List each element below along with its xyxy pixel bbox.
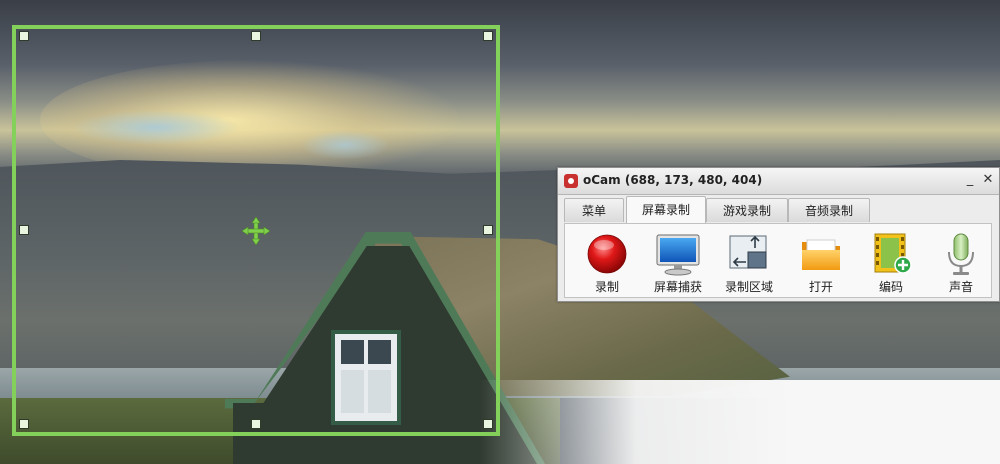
toolbar-panel: 录制 屏幕捕获 录制区域 打开 编码 声音: [564, 223, 992, 298]
open-label: 打开: [808, 280, 833, 294]
title-bar[interactable]: oCam (688, 173, 480, 404) _ ✕: [558, 168, 999, 195]
resize-handle-top-left[interactable]: [19, 31, 29, 41]
encoding-label: 编码: [878, 280, 903, 294]
region-icon: [729, 235, 767, 269]
record-region-button[interactable]: 录制区域: [715, 230, 783, 296]
record-label: 录制: [594, 280, 619, 294]
close-button[interactable]: ✕: [980, 172, 996, 188]
fog: [480, 380, 1000, 464]
sound-button[interactable]: 声音: [927, 230, 995, 296]
record-icon: [587, 234, 627, 274]
resize-handle-top-right[interactable]: [483, 31, 493, 41]
open-button[interactable]: 打开: [787, 230, 855, 296]
microphone-icon: [948, 233, 974, 275]
monitor-icon: [656, 234, 700, 276]
tab-game-recording[interactable]: 游戏录制: [706, 198, 788, 222]
window-title: oCam (688, 173, 480, 404): [583, 173, 763, 187]
resize-handle-bottom-left[interactable]: [19, 419, 29, 429]
film-add-icon: [874, 233, 912, 274]
tab-screen-recording[interactable]: 屏幕录制: [626, 196, 706, 223]
record-region-label: 录制区域: [724, 280, 773, 294]
resize-handle-bottom-right[interactable]: [483, 419, 493, 429]
move-crosshair-icon[interactable]: [242, 217, 270, 245]
screen-capture-button[interactable]: 屏幕捕获: [644, 230, 712, 296]
ocam-window[interactable]: oCam (688, 173, 480, 404) _ ✕ 菜单 屏幕录制 游戏…: [557, 167, 1000, 302]
tab-menu[interactable]: 菜单: [564, 198, 624, 222]
resize-handle-right[interactable]: [483, 225, 493, 235]
record-button[interactable]: 录制: [573, 230, 641, 296]
resize-handle-left[interactable]: [19, 225, 29, 235]
resize-handle-bottom[interactable]: [251, 419, 261, 429]
screen-capture-label: 屏幕捕获: [653, 280, 702, 294]
encoding-button[interactable]: 编码: [857, 230, 925, 296]
tab-audio-recording[interactable]: 音频录制: [788, 198, 870, 222]
ocam-app-icon: [564, 174, 578, 188]
sound-label: 声音: [948, 280, 973, 294]
resize-handle-top[interactable]: [251, 31, 261, 41]
minimize-button[interactable]: _: [962, 172, 978, 188]
folder-icon: [802, 239, 840, 270]
